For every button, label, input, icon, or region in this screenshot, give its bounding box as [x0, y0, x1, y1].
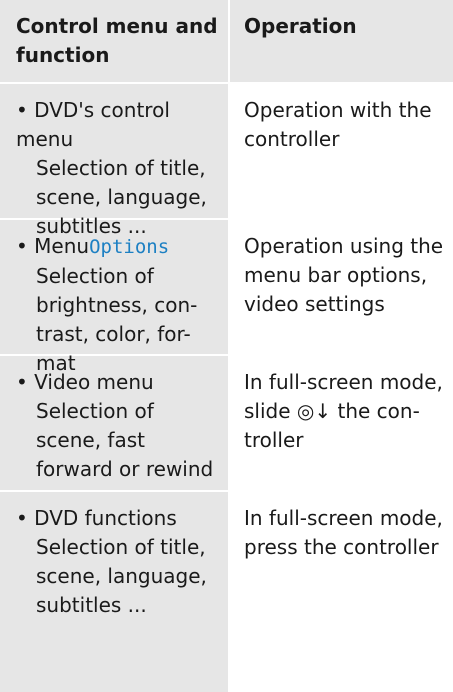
row-1-operation: Operation with the controller: [244, 98, 432, 151]
row-divider: [0, 82, 453, 84]
row-2-operation: Operation using the menu bar options, vi…: [244, 234, 444, 316]
row-1-function: • DVD's control menu Selection of title,…: [16, 96, 222, 241]
row-divider: [0, 490, 453, 492]
row-4-function-detail: Selection of title, scene, language, sub…: [36, 535, 207, 617]
function-operation-table: Control menu and function Operation • DV…: [0, 0, 453, 692]
row-3-function-title: • Video menu: [16, 370, 154, 394]
row-3-operation: In full-screen mode, slide ◎↓ the con-tr…: [244, 368, 446, 455]
row-3-function: • Video menu Selection of scene, fast fo…: [16, 368, 222, 484]
row-4-function: • DVD functions Selection of title, scen…: [16, 504, 222, 620]
row-2-function-title: • MenuOptions: [16, 232, 222, 262]
controller-slide-down-icon: ◎↓: [296, 399, 332, 423]
row-2-function-detail: Selection of brightness, con-trast, colo…: [36, 264, 198, 375]
header-control-menu: Control menu and function: [16, 14, 218, 67]
row-1-function-title: • DVD's control menu: [16, 98, 170, 151]
row-2-function-prefix: • Menu: [16, 234, 90, 258]
row-2-function: • MenuOptions Selection of brightness, c…: [16, 232, 222, 378]
row-1-function-detail: Selection of title, scene, language, sub…: [36, 156, 207, 238]
row-4-function-title: • DVD functions: [16, 506, 177, 530]
row-4-operation: In full-screen mode, press the controlle…: [244, 506, 443, 559]
row-3-function-detail: Selection of scene, fast forward or rewi…: [36, 399, 214, 481]
column-divider: [228, 0, 230, 692]
header-operation: Operation: [244, 14, 357, 38]
options-keyword: Options: [89, 236, 170, 258]
